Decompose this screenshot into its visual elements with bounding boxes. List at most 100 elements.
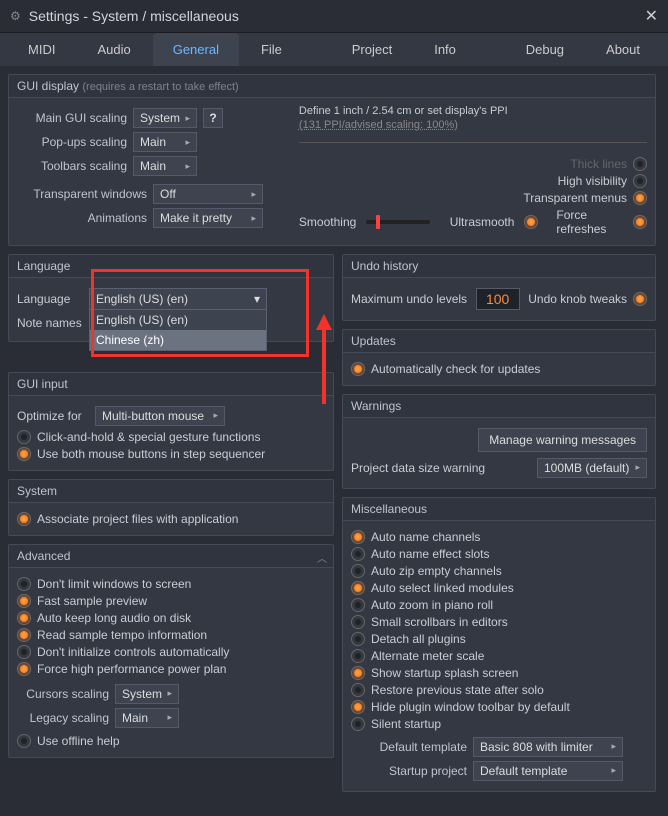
offline-help-toggle[interactable]: [17, 734, 31, 748]
warnings-header: Warnings: [343, 395, 655, 418]
manage-warnings-button[interactable]: Manage warning messages: [478, 428, 647, 452]
popups-scaling-label: Pop-ups scaling: [17, 135, 127, 149]
main-scaling-label: Main GUI scaling: [17, 111, 127, 125]
transparent-menus-toggle[interactable]: [633, 191, 647, 205]
tab-file[interactable]: File: [241, 33, 302, 66]
read-tempo-toggle[interactable]: [17, 628, 31, 642]
max-undo-label: Maximum undo levels: [351, 292, 467, 306]
language-dropdown[interactable]: English (US) (en)▾ English (US) (en) Chi…: [89, 288, 267, 310]
cursors-scaling-dropdown[interactable]: System▸: [115, 684, 179, 704]
splash-toggle[interactable]: [351, 666, 365, 680]
force-refreshes-toggle[interactable]: [633, 215, 647, 229]
panel-header-gui-display: GUI display (requires a restart to take …: [9, 75, 655, 98]
tab-midi[interactable]: MIDI: [8, 33, 75, 66]
ultrasmooth-toggle[interactable]: [524, 215, 538, 229]
max-undo-input[interactable]: 100: [476, 288, 520, 310]
tab-debug[interactable]: Debug: [506, 33, 584, 66]
ppi-ruler[interactable]: [299, 135, 647, 143]
splash-label: Show startup splash screen: [371, 666, 518, 680]
transparent-menus-label: Transparent menus: [523, 191, 627, 205]
transparent-windows-dropdown[interactable]: Off▸: [153, 184, 263, 204]
toolbars-scaling-label: Toolbars scaling: [17, 159, 127, 173]
chevron-right-icon: ▸: [185, 161, 190, 172]
auto-name-ch-toggle[interactable]: [351, 530, 365, 544]
animations-dropdown[interactable]: Make it pretty▸: [153, 208, 263, 228]
small-scroll-toggle[interactable]: [351, 615, 365, 629]
popups-scaling-dropdown[interactable]: Main▸: [133, 132, 197, 152]
main-scaling-dropdown[interactable]: System▸: [133, 108, 197, 128]
silent-startup-toggle[interactable]: [351, 717, 365, 731]
ultrasmooth-label: Ultrasmooth: [450, 215, 515, 229]
misc-header: Miscellaneous: [343, 498, 655, 521]
chevron-down-icon: ▾: [254, 292, 260, 306]
both-mouse-toggle[interactable]: [17, 447, 31, 461]
help-button[interactable]: ?: [203, 108, 223, 128]
force-power-toggle[interactable]: [17, 662, 31, 676]
limit-windows-toggle[interactable]: [17, 577, 31, 591]
hide-toolbar-toggle[interactable]: [351, 700, 365, 714]
auto-zoom-label: Auto zoom in piano roll: [371, 598, 493, 612]
panel-advanced: Advanced ︿ Don't limit windows to screen…: [8, 544, 334, 758]
toolbars-scaling-dropdown[interactable]: Main▸: [133, 156, 197, 176]
collapse-icon[interactable]: ︿: [317, 550, 327, 565]
panel-misc: Miscellaneous Auto name channels Auto na…: [342, 497, 656, 792]
tab-about[interactable]: About: [586, 33, 660, 66]
dont-init-toggle[interactable]: [17, 645, 31, 659]
auto-check-toggle[interactable]: [351, 362, 365, 376]
tab-info[interactable]: Info: [414, 33, 476, 66]
detach-toggle[interactable]: [351, 632, 365, 646]
language-option-en[interactable]: English (US) (en): [90, 310, 266, 330]
click-hold-label: Click-and-hold & special gesture functio…: [37, 430, 260, 444]
force-power-label: Force high performance power plan: [37, 662, 226, 676]
high-visibility-label: High visibility: [558, 174, 627, 188]
associate-toggle[interactable]: [17, 512, 31, 526]
undo-knob-toggle[interactable]: [633, 292, 647, 306]
both-mouse-label: Use both mouse buttons in step sequencer: [37, 447, 265, 461]
startup-project-label: Startup project: [351, 764, 467, 778]
tab-spacer: [304, 33, 330, 66]
chevron-right-icon: ▸: [251, 189, 256, 200]
alt-meter-toggle[interactable]: [351, 649, 365, 663]
chevron-right-icon: ▸: [167, 688, 172, 699]
legacy-scaling-dropdown[interactable]: Main▸: [115, 708, 179, 728]
startup-project-dropdown[interactable]: Default template▸: [473, 761, 623, 781]
chevron-right-icon: ▸: [167, 712, 172, 723]
tab-audio[interactable]: Audio: [77, 33, 150, 66]
data-size-warning-dropdown[interactable]: 100MB (default)▸: [537, 458, 647, 478]
legacy-scaling-label: Legacy scaling: [17, 711, 109, 725]
auto-select-label: Auto select linked modules: [371, 581, 514, 595]
panel-gui-display: GUI display (requires a restart to take …: [8, 74, 656, 246]
updates-header: Updates: [343, 330, 655, 353]
fast-preview-toggle[interactable]: [17, 594, 31, 608]
close-icon[interactable]: ✕: [645, 6, 658, 26]
language-header: Language: [9, 255, 333, 278]
language-option-zh[interactable]: Chinese (zh): [90, 330, 266, 350]
auto-zip-toggle[interactable]: [351, 564, 365, 578]
default-template-dropdown[interactable]: Basic 808 with limiter▸: [473, 737, 623, 757]
chevron-right-icon: ▸: [635, 462, 640, 473]
dont-init-label: Don't initialize controls automatically: [37, 645, 229, 659]
smoothing-slider[interactable]: [366, 220, 429, 224]
auto-select-toggle[interactable]: [351, 581, 365, 595]
thick-lines-toggle[interactable]: [633, 157, 647, 171]
read-tempo-label: Read sample tempo information: [37, 628, 207, 642]
auto-zoom-toggle[interactable]: [351, 598, 365, 612]
panel-language: Language Language English (US) (en)▾ Eng…: [8, 254, 334, 342]
limit-windows-label: Don't limit windows to screen: [37, 577, 191, 591]
chevron-right-icon: ▸: [185, 113, 190, 124]
force-refreshes-label: Force refreshes: [556, 208, 623, 236]
auto-keep-toggle[interactable]: [17, 611, 31, 625]
optimize-for-dropdown[interactable]: Multi-button mouse▸: [95, 406, 225, 426]
gear-icon: ⚙: [10, 9, 21, 23]
restore-solo-toggle[interactable]: [351, 683, 365, 697]
auto-name-fx-label: Auto name effect slots: [371, 547, 490, 561]
gui-display-hint: (requires a restart to take effect): [82, 81, 238, 93]
tab-bar: MIDI Audio General File Project Info Deb…: [0, 33, 668, 66]
hide-toolbar-label: Hide plugin window toolbar by default: [371, 700, 570, 714]
tab-general[interactable]: General: [153, 33, 239, 66]
note-names-label: Note names: [17, 316, 83, 330]
auto-name-fx-toggle[interactable]: [351, 547, 365, 561]
click-hold-toggle[interactable]: [17, 430, 31, 444]
tab-project[interactable]: Project: [332, 33, 412, 66]
high-visibility-toggle[interactable]: [633, 174, 647, 188]
